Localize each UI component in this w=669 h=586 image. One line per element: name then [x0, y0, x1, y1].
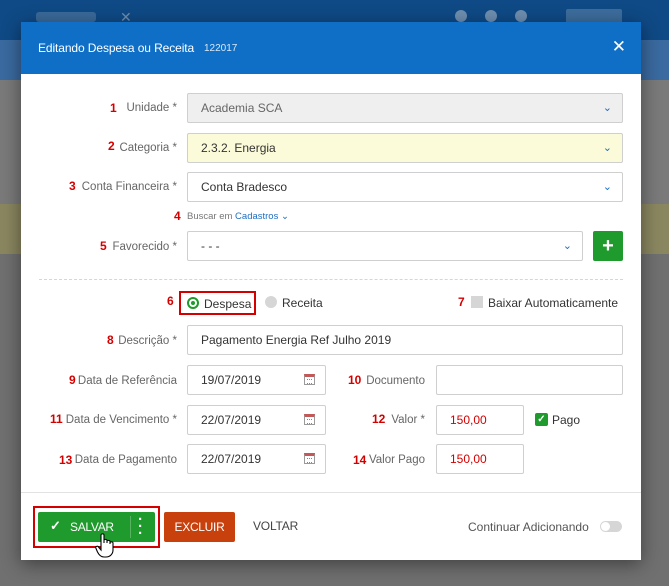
valor-pago-label: Valor Pago	[368, 454, 425, 466]
data-pagamento-input[interactable]: 22/07/2019	[187, 444, 326, 474]
data-referencia-label: Data de Referência	[77, 375, 177, 387]
annotation-number: 4	[174, 209, 181, 223]
descricao-input[interactable]: Pagamento Energia Ref Julho 2019	[187, 325, 623, 355]
chevron-down-icon: ⌄	[602, 142, 612, 154]
favorecido-value: - - -	[201, 239, 220, 253]
favorecido-select[interactable]: - - - ⌄	[187, 231, 583, 261]
hand-cursor-icon	[95, 533, 114, 558]
pago-checkbox[interactable]: ✓	[535, 413, 548, 426]
add-favorecido-button[interactable]: +	[593, 231, 623, 261]
chevron-down-icon: ⌄	[602, 102, 612, 114]
save-label: SALVAR	[70, 520, 114, 534]
plus-icon: +	[602, 235, 614, 257]
valor-label: Valor *	[391, 414, 425, 426]
modal-header: Editando Despesa ou Receita 122017 ✕	[21, 22, 641, 74]
data-vencimento-input[interactable]: 22/07/2019	[187, 405, 326, 435]
pago-label[interactable]: Pago	[552, 413, 580, 427]
more-options-icon[interactable]: · · ·	[138, 512, 143, 541]
valor-pago-input[interactable]: 150,00	[436, 444, 524, 474]
back-button[interactable]: VOLTAR	[253, 519, 298, 533]
valor-value: 150,00	[450, 413, 487, 427]
conta-financeira-label: Conta Financeira *	[81, 181, 177, 193]
conta-financeira-value: Conta Bradesco	[201, 180, 288, 194]
delete-button[interactable]: EXCLUIR	[164, 512, 235, 542]
data-pagamento-value: 22/07/2019	[201, 452, 262, 466]
categoria-label: Categoria *	[119, 142, 177, 154]
data-referencia-input[interactable]: 19/07/2019	[187, 365, 326, 395]
annotation-number: 6	[167, 294, 174, 308]
descricao-value: Pagamento Energia Ref Julho 2019	[201, 333, 392, 347]
categoria-select[interactable]: 2.3.2. Energia ⌄	[187, 133, 623, 163]
data-vencimento-value: 22/07/2019	[201, 413, 262, 427]
chevron-down-icon: ⌄	[602, 181, 612, 193]
calendar-icon[interactable]	[304, 374, 315, 385]
descricao-label: Descrição *	[118, 335, 177, 347]
radio-receita[interactable]	[265, 296, 277, 308]
section-divider	[39, 279, 623, 280]
chevron-down-icon: ⌄	[281, 211, 289, 222]
buscar-em-link[interactable]: Buscar em Cadastros ⌄	[187, 211, 289, 222]
unidade-select[interactable]: Academia SCA ⌄	[187, 93, 623, 123]
chevron-down-icon: ⌄	[562, 240, 572, 252]
modal-title: Editando Despesa ou Receita	[38, 41, 195, 55]
button-separator	[130, 516, 131, 538]
baixar-label[interactable]: Baixar Automaticamente	[488, 296, 618, 310]
buscar-prefix: Buscar em	[187, 211, 233, 222]
record-id: 122017	[204, 43, 238, 54]
documento-input[interactable]	[436, 365, 623, 395]
edit-transaction-modal: Editando Despesa ou Receita 122017 ✕ 1 U…	[21, 22, 641, 560]
valor-input[interactable]: 150,00	[436, 405, 524, 435]
annotation-number: 7	[458, 295, 465, 309]
categoria-value: 2.3.2. Energia	[201, 141, 276, 155]
cadastros-link[interactable]: Cadastros	[235, 211, 278, 222]
data-referencia-value: 19/07/2019	[201, 373, 262, 387]
receita-label[interactable]: Receita	[282, 296, 323, 310]
close-icon[interactable]: ✕	[612, 37, 626, 57]
data-vencimento-label: Data de Vencimento *	[65, 414, 177, 426]
continue-adding-label: Continuar Adicionando	[468, 520, 589, 534]
continue-adding-toggle[interactable]	[600, 521, 622, 532]
check-icon: ✓	[50, 518, 61, 533]
radio-despesa[interactable]	[187, 297, 199, 309]
baixar-checkbox[interactable]	[471, 296, 483, 308]
conta-financeira-select[interactable]: Conta Bradesco ⌄	[187, 172, 623, 202]
calendar-icon[interactable]	[304, 453, 315, 464]
data-pagamento-label: Data de Pagamento	[74, 454, 177, 466]
annotation-number: 10	[348, 373, 362, 387]
unidade-value: Academia SCA	[201, 101, 283, 115]
unidade-label: Unidade *	[126, 102, 177, 114]
documento-label: Documento	[366, 375, 425, 387]
calendar-icon[interactable]	[304, 414, 315, 425]
background-tab-label	[36, 12, 96, 22]
despesa-label[interactable]: Despesa	[204, 297, 251, 311]
valor-pago-value: 150,00	[450, 452, 487, 466]
favorecido-label: Favorecido *	[112, 241, 177, 253]
